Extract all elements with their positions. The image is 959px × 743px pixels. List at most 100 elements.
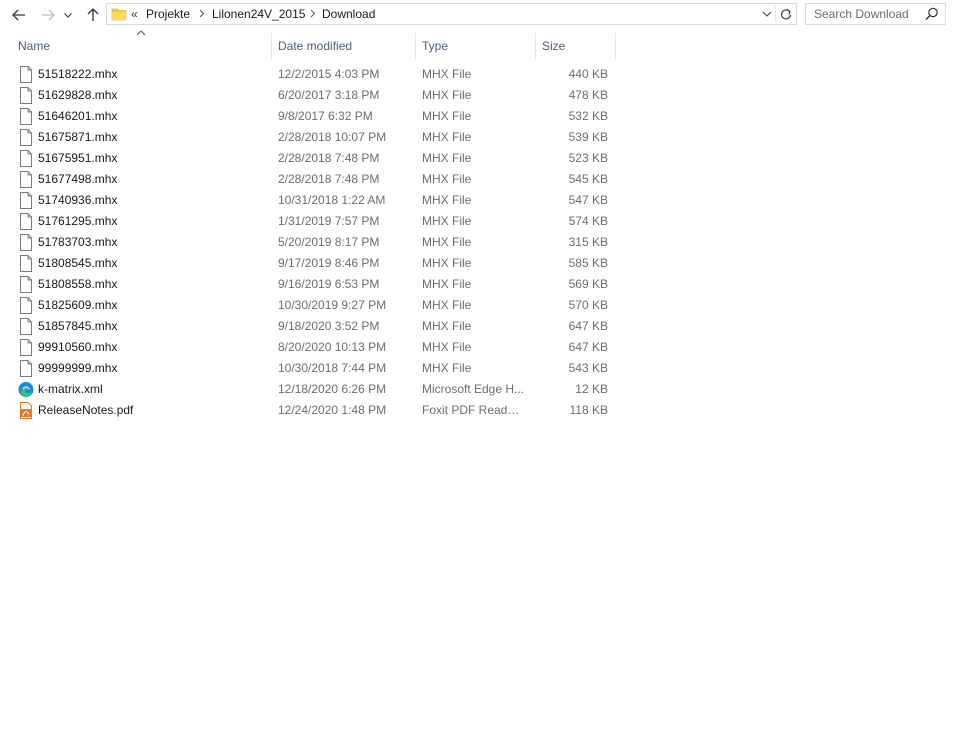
column-divider[interactable] [415, 33, 416, 59]
file-size: 478 KB [568, 88, 608, 102]
file-name[interactable]: 51629828.mhx [38, 88, 117, 102]
file-row[interactable]: 99999999.mhx 10/30/2018 7:44 PM MHX File 54… [0, 358, 959, 379]
file-name[interactable]: 51783703.mhx [38, 235, 117, 249]
file-row[interactable]: 51857845.mhx 9/18/2020 3:52 PM MHX File 647… [0, 316, 959, 337]
column-divider[interactable] [271, 33, 272, 59]
file-size: 585 KB [568, 256, 608, 270]
file-size: 440 KB [568, 67, 608, 81]
file-list: 51518222.mhx 12/2/2015 4:03 PM MHX File 440… [0, 64, 959, 421]
file-icon [20, 234, 32, 251]
file-row[interactable]: 51761295.mhx 1/31/2019 7:57 PM MHX File 574… [0, 211, 959, 232]
file-name[interactable]: 51740936.mhx [38, 193, 117, 207]
file-icon [20, 360, 32, 377]
file-icon [20, 150, 32, 167]
column-divider[interactable] [535, 33, 536, 59]
file-name[interactable]: 51677498.mhx [38, 172, 117, 186]
file-name[interactable]: 51808558.mhx [38, 277, 117, 291]
file-type: MHX File [422, 151, 472, 165]
file-type: MHX File [422, 256, 472, 270]
file-date-modified: 9/8/2017 6:32 PM [278, 109, 373, 123]
file-type: MHX File [422, 235, 472, 249]
file-type: MHX File [422, 340, 472, 354]
file-size: 570 KB [568, 298, 608, 312]
file-name[interactable]: 51761295.mhx [38, 214, 117, 228]
file-name[interactable]: ReleaseNotes.pdf [38, 403, 133, 417]
address-bar[interactable]: « Projekte Lilonen24V_2015 Download [106, 3, 797, 25]
file-row[interactable]: 51783703.mhx 5/20/2019 8:17 PM MHX File 315… [0, 232, 959, 253]
search-input[interactable]: Search Download [814, 7, 909, 21]
column-header-size[interactable]: Size [542, 33, 565, 59]
file-type: MHX File [422, 361, 472, 375]
breadcrumb-lilonen[interactable]: Lilonen24V_2015 [212, 7, 305, 21]
file-row[interactable]: 99910560.mhx 8/20/2020 10:13 PM MHX File 64… [0, 337, 959, 358]
back-button[interactable] [8, 4, 30, 26]
file-icon [20, 171, 32, 188]
chevron-right-icon[interactable] [199, 9, 205, 18]
file-row[interactable]: 51740936.mhx 10/31/2018 1:22 AM MHX File 54… [0, 190, 959, 211]
up-button[interactable] [82, 4, 104, 26]
file-date-modified: 6/20/2017 3:18 PM [278, 88, 380, 102]
file-name[interactable]: 51518222.mhx [38, 67, 117, 81]
arrow-up-icon [87, 8, 99, 21]
navigation-bar: « Projekte Lilonen24V_2015 Download Sear… [0, 0, 959, 30]
file-name[interactable]: 51675871.mhx [38, 130, 117, 144]
column-header-date[interactable]: Date modified [278, 33, 352, 59]
file-row[interactable]: 51675871.mhx 2/28/2018 10:07 PM MHX File 53… [0, 127, 959, 148]
file-name[interactable]: 51646201.mhx [38, 109, 117, 123]
file-date-modified: 9/18/2020 3:52 PM [278, 319, 380, 333]
column-header-name[interactable]: Name [18, 33, 50, 59]
file-type: MHX File [422, 319, 472, 333]
file-type: Foxit PDF Reader ... [422, 403, 526, 417]
file-row[interactable]: 51677498.mhx 2/28/2018 7:48 PM MHX File 545… [0, 169, 959, 190]
file-date-modified: 1/31/2019 7:57 PM [278, 214, 380, 228]
breadcrumb-projekte[interactable]: Projekte [146, 7, 190, 21]
file-name[interactable]: 99999999.mhx [38, 361, 117, 375]
file-type: MHX File [422, 298, 472, 312]
file-name[interactable]: 51857845.mhx [38, 319, 117, 333]
file-date-modified: 12/2/2015 4:03 PM [278, 67, 380, 81]
forward-button[interactable] [37, 4, 59, 26]
file-icon [20, 318, 32, 335]
refresh-icon[interactable] [780, 7, 792, 21]
file-row[interactable]: 51646201.mhx 9/8/2017 6:32 PM MHX File 532 … [0, 106, 959, 127]
file-type: MHX File [422, 214, 472, 228]
file-row[interactable]: k-matrix.xml 12/18/2020 6:26 PM Microsoft … [0, 379, 959, 400]
chevron-down-icon [64, 12, 72, 18]
file-size: 539 KB [568, 130, 608, 144]
file-row[interactable]: 51825609.mhx 10/30/2019 9:27 PM MHX File 57… [0, 295, 959, 316]
file-date-modified: 2/28/2018 10:07 PM [278, 130, 387, 144]
file-name[interactable]: 51675951.mhx [38, 151, 117, 165]
chevron-right-icon[interactable] [310, 9, 316, 18]
recent-locations-button[interactable] [61, 4, 75, 26]
file-date-modified: 9/17/2019 8:46 PM [278, 256, 380, 270]
magnifier-icon[interactable] [925, 7, 939, 21]
chevron-down-icon[interactable] [762, 8, 772, 20]
file-name[interactable]: k-matrix.xml [38, 382, 103, 396]
search-box[interactable]: Search Download [805, 3, 946, 25]
file-date-modified: 8/20/2020 10:13 PM [278, 340, 387, 354]
file-icon [20, 192, 32, 209]
file-size: 543 KB [568, 361, 608, 375]
file-size: 523 KB [568, 151, 608, 165]
file-row[interactable]: 51808545.mhx 9/17/2019 8:46 PM MHX File 585… [0, 253, 959, 274]
file-name[interactable]: 99910560.mhx [38, 340, 117, 354]
file-name[interactable]: 51808545.mhx [38, 256, 117, 270]
file-type: MHX File [422, 109, 472, 123]
file-row[interactable]: 51808558.mhx 9/16/2019 6:53 PM MHX File 569… [0, 274, 959, 295]
column-header-type[interactable]: Type [422, 33, 448, 59]
column-divider[interactable] [615, 33, 616, 59]
breadcrumb-overflow[interactable]: « [131, 7, 138, 21]
arrow-right-icon [42, 9, 55, 21]
file-size: 12 KB [575, 382, 608, 396]
folder-icon [111, 8, 127, 21]
breadcrumb-download[interactable]: Download [322, 7, 375, 21]
file-type: MHX File [422, 172, 472, 186]
file-size: 574 KB [568, 214, 608, 228]
file-row[interactable]: 51518222.mhx 12/2/2015 4:03 PM MHX File 440… [0, 64, 959, 85]
file-row[interactable]: ReleaseNotes.pdf 12/24/2020 1:48 PM Foxit … [0, 400, 959, 421]
file-type: MHX File [422, 67, 472, 81]
file-name[interactable]: 51825609.mhx [38, 298, 117, 312]
file-icon [20, 339, 32, 356]
file-row[interactable]: 51629828.mhx 6/20/2017 3:18 PM MHX File 478… [0, 85, 959, 106]
file-row[interactable]: 51675951.mhx 2/28/2018 7:48 PM MHX File 523… [0, 148, 959, 169]
